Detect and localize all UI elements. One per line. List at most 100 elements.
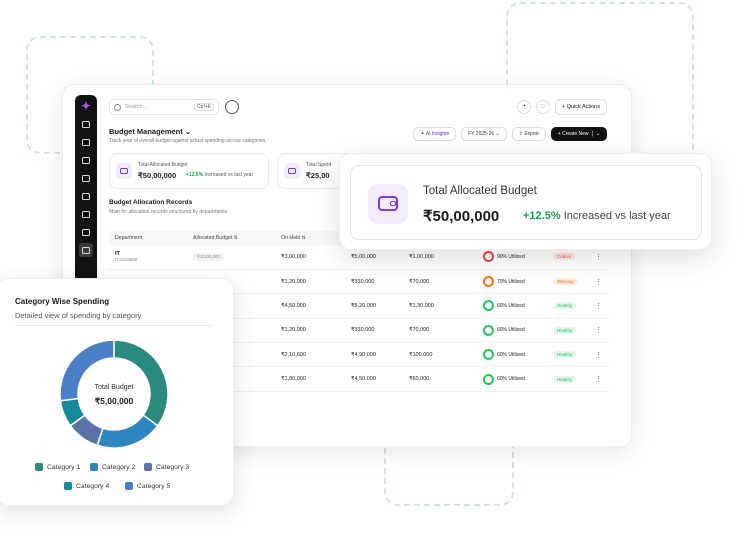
amount-cell: ₹4,50,000	[345, 366, 403, 392]
utilization-ring	[483, 276, 494, 288]
status-cell: Healthy	[547, 342, 589, 368]
donut-slice-5[interactable]	[59, 339, 115, 402]
more-icon[interactable]: ⋮	[595, 327, 602, 334]
column-header-text: Allocated Budget	[193, 235, 233, 241]
legend-label: Category 1	[47, 463, 81, 471]
utilization-cell: 60% Utilized	[477, 293, 547, 319]
utilization-ring	[483, 300, 494, 312]
allocated-cell: ₹10,00,000	[187, 245, 275, 270]
utilization-ring	[483, 373, 494, 385]
wallet-icon[interactable]	[79, 117, 93, 131]
kpi-label: Total Spent	[306, 162, 332, 168]
top-bar: Search... Ctrl+K ◔ ◌ + Quick Actions	[109, 99, 607, 115]
legend-label: Category 2	[102, 463, 136, 471]
search-shortcut: Ctrl+K	[193, 103, 214, 111]
kpi-value: ₹25,00	[306, 171, 330, 180]
document-icon[interactable]	[79, 135, 93, 149]
legend-item-category-2: Category 2	[90, 463, 135, 471]
on-hold-cell: ₹2,10,600	[275, 342, 345, 368]
more-icon[interactable]: ⋮	[595, 279, 602, 286]
donut-slice-1[interactable]	[113, 339, 169, 427]
card-icon	[284, 163, 300, 179]
utilization-text: 60% Utilized	[497, 351, 525, 358]
fiscal-year-select[interactable]: FY 2025-26 ⌄	[461, 127, 507, 141]
popup-inner-card: Total Allocated Budget ₹50,00,000 +12.5%…	[350, 165, 702, 240]
column-header[interactable]: Department	[109, 231, 187, 245]
on-hold-cell: ₹1,20,000	[275, 318, 345, 344]
legend-label: Category 4	[76, 482, 110, 490]
search-input[interactable]: Search... Ctrl+K	[109, 99, 219, 115]
utilization-text: 70% Utilized	[497, 278, 525, 285]
ai-insights-button[interactable]: ✦ AI Insights	[413, 127, 457, 141]
donut-center-value: ₹5,00,000	[94, 396, 134, 406]
donut-slice-2[interactable]	[96, 414, 159, 449]
dept-code: IT11234689	[115, 257, 138, 263]
user-icon[interactable]	[79, 225, 93, 239]
status-cell: Healthy	[547, 293, 589, 319]
chevron-down-icon[interactable]: ⌄	[185, 127, 191, 136]
popup-label: Total Allocated Budget	[423, 185, 537, 197]
export-button[interactable]: ⇪ Export	[511, 127, 546, 141]
cart-icon[interactable]	[79, 207, 93, 221]
quick-actions-button[interactable]: + Quick Actions	[554, 99, 607, 115]
legend-swatch	[144, 463, 152, 471]
utilization-text: 60% Utilized	[497, 327, 525, 334]
wallet-icon	[116, 163, 132, 179]
status-cell: Healthy	[547, 318, 589, 344]
dept-cell: IT IT11234689	[109, 245, 187, 270]
utilization-cell: 70% Utilized	[477, 269, 547, 295]
legend-swatch	[64, 482, 72, 490]
utilization-cell: 60% Utilized	[477, 318, 547, 344]
quick-actions-label: Quick Actions	[566, 104, 600, 110]
amount-cell: ₹330,000	[345, 318, 403, 344]
column-header-text: On Hold	[281, 235, 301, 241]
status-badge: Warning	[553, 278, 578, 286]
donut-chart	[59, 339, 169, 449]
more-icon[interactable]: ⋮	[595, 352, 602, 359]
kpi-delta: +12.5% Increased vs last year	[186, 172, 253, 178]
amount-cell: ₹5,20,000	[345, 293, 403, 319]
page-title[interactable]: Budget Management ⌄	[109, 127, 191, 136]
legend-item-category-5: Category 5	[125, 482, 170, 490]
utilization-cell: 60% Utilized	[477, 342, 547, 368]
history-icon[interactable]	[225, 100, 239, 114]
status-badge: Healthy	[553, 375, 577, 383]
bell-icon[interactable]: ◌	[535, 100, 550, 114]
create-new-button[interactable]: + Create New │ ⌄	[550, 127, 607, 141]
more-icon[interactable]: ⋮	[595, 303, 602, 310]
on-hold-cell: ₹3,00,000	[275, 245, 345, 270]
bank-icon[interactable]	[79, 189, 93, 203]
fiscal-year-value: FY 2025-26	[468, 131, 495, 137]
section-subtitle: Main for allocation records structured b…	[109, 209, 228, 215]
more-icon[interactable]: ⋮	[595, 376, 602, 383]
row-menu-cell: ⋮	[589, 366, 609, 392]
status-badge: Healthy	[553, 302, 577, 310]
chat-icon[interactable]: ◔	[516, 100, 531, 114]
legend-swatch	[125, 482, 133, 490]
search-icon	[114, 103, 121, 111]
kpi-label: Total Allocated Budget	[138, 162, 188, 168]
file-search-icon[interactable]	[79, 171, 93, 185]
popup-delta: +12.5% Increased vs last year	[523, 210, 671, 222]
clipboard-icon[interactable]	[79, 153, 93, 167]
utilization-text: 90% Utilized	[497, 253, 525, 260]
allocated-chip: ₹10,00,000	[193, 252, 224, 261]
utilization-cell: 60% Utilized	[477, 366, 547, 392]
column-header[interactable]: On Hold ⇅	[275, 231, 345, 245]
header-actions: ✦ AI Insights FY 2025-26 ⌄ ⇪ Export + Cr…	[413, 127, 607, 141]
logo-icon[interactable]: ✦	[79, 99, 93, 113]
amount-cell: ₹330,000	[345, 269, 403, 295]
column-header[interactable]: Allocated Budget ⇅	[187, 231, 275, 245]
status-badge: Critical	[553, 253, 575, 261]
kpi-delta-percent: +12.5%	[186, 172, 204, 178]
row-menu-cell: ⋮	[589, 318, 609, 344]
popup-delta-percent: +12.5%	[523, 210, 561, 222]
utilization-ring	[483, 349, 494, 361]
divider	[15, 325, 211, 326]
wallet-icon	[368, 184, 408, 224]
ai-insights-label: AI Insights	[425, 131, 450, 137]
more-icon[interactable]: ⋮	[595, 254, 602, 261]
search-placeholder: Search...	[125, 104, 148, 110]
grid-icon[interactable]	[79, 243, 93, 257]
kpi-delta-text: Increased vs last year	[204, 172, 254, 178]
